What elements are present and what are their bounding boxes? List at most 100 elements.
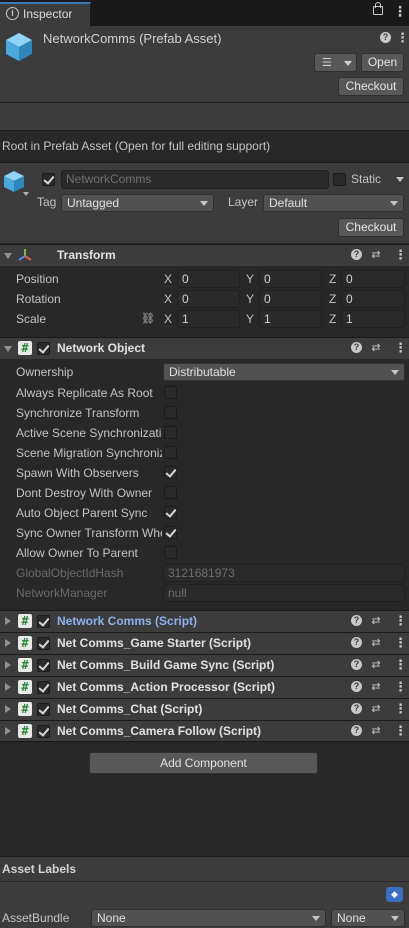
component-enabled-checkbox[interactable] bbox=[37, 725, 50, 738]
synchronize-transform-checkbox[interactable] bbox=[164, 406, 177, 419]
checkout-button-gameobject[interactable]: Checkout bbox=[338, 218, 404, 237]
script-title: Net Comms_Build Game Sync (Script) bbox=[57, 658, 275, 672]
component-enabled-checkbox[interactable] bbox=[37, 681, 50, 694]
context-menu-icon[interactable]: ⋮ bbox=[394, 679, 407, 695]
gameobject-name-field[interactable]: NetworkComms bbox=[61, 170, 329, 189]
script-title: Network Comms (Script) bbox=[57, 614, 198, 628]
sync-owner-transform-checkbox[interactable] bbox=[164, 526, 177, 539]
scale-z-field[interactable]: 1 bbox=[341, 310, 405, 328]
checkout-button-asset[interactable]: Checkout bbox=[338, 77, 404, 96]
always-replicate-checkbox[interactable] bbox=[164, 386, 177, 399]
context-menu-icon[interactable]: ⋮ bbox=[394, 635, 407, 651]
script-hash-icon: # bbox=[18, 636, 32, 650]
scene-migration-sync-checkbox[interactable] bbox=[164, 446, 177, 459]
rotation-z-field[interactable]: 0 bbox=[341, 290, 405, 308]
link-icon[interactable]: ⛓ bbox=[141, 312, 155, 325]
help-icon[interactable]: ? bbox=[351, 703, 362, 714]
foldout-collapsed-icon[interactable] bbox=[5, 683, 11, 691]
help-icon[interactable]: ? bbox=[351, 681, 362, 692]
component-enabled-checkbox[interactable] bbox=[37, 703, 50, 716]
open-button[interactable]: Open bbox=[361, 53, 404, 72]
context-menu-icon[interactable]: ⋮ bbox=[394, 247, 407, 263]
layer-dropdown[interactable]: Default bbox=[263, 194, 404, 212]
gameobject-name: NetworkComms bbox=[66, 172, 152, 186]
context-menu-icon[interactable]: ⋮ bbox=[394, 657, 407, 673]
script-title: Net Comms_Action Processor (Script) bbox=[57, 680, 276, 694]
presets-icon[interactable]: ⇄ bbox=[370, 680, 382, 693]
context-menu-icon[interactable]: ⋮ bbox=[394, 340, 407, 356]
toggle-label: Always Replicate As Root bbox=[16, 386, 153, 400]
presets-icon[interactable]: ⇄ bbox=[370, 341, 382, 354]
help-icon[interactable]: ? bbox=[351, 725, 362, 736]
info-icon: i bbox=[6, 7, 19, 20]
allow-owner-to-parent-checkbox[interactable] bbox=[164, 546, 177, 559]
component-enabled-checkbox[interactable] bbox=[37, 659, 50, 672]
foldout-collapsed-icon[interactable] bbox=[5, 727, 11, 735]
prefab-notice: Root in Prefab Asset (Open for full edit… bbox=[2, 139, 271, 153]
rotation-x-field[interactable]: 0 bbox=[177, 290, 240, 308]
script-header[interactable]: # Network Comms (Script) ? ⇄ ⋮ bbox=[0, 610, 409, 632]
static-chevron-down-icon[interactable] bbox=[396, 177, 404, 182]
overrides-dropdown[interactable]: ☰ bbox=[314, 53, 357, 72]
toggle-row: Dont Destroy With Owner bbox=[0, 483, 409, 503]
auto-object-parent-sync-checkbox[interactable] bbox=[164, 506, 177, 519]
script-title: Net Comms_Chat (Script) bbox=[57, 702, 203, 716]
add-component-button[interactable]: Add Component bbox=[89, 752, 318, 774]
spawn-with-observers-checkbox[interactable] bbox=[164, 466, 177, 479]
foldout-collapsed-icon[interactable] bbox=[5, 617, 11, 625]
toggle-label: Synchronize Transform bbox=[16, 406, 140, 420]
foldout-collapsed-icon[interactable] bbox=[5, 705, 11, 713]
context-menu-icon[interactable]: ⋮ bbox=[394, 701, 407, 717]
help-icon[interactable]: ? bbox=[380, 32, 391, 43]
position-x-field[interactable]: 0 bbox=[177, 270, 240, 288]
presets-icon[interactable]: ⇄ bbox=[370, 636, 382, 649]
scale-y-field[interactable]: 1 bbox=[259, 310, 322, 328]
script-header[interactable]: # Net Comms_Camera Follow (Script) ? ⇄ ⋮ bbox=[0, 720, 409, 742]
component-enabled-checkbox[interactable] bbox=[37, 637, 50, 650]
active-checkbox[interactable] bbox=[42, 173, 55, 186]
script-header[interactable]: # Net Comms_Chat (Script) ? ⇄ ⋮ bbox=[0, 698, 409, 720]
more-icon[interactable]: ⋮ bbox=[393, 4, 407, 18]
label-tag-icon[interactable]: ◆ bbox=[386, 887, 403, 902]
script-header[interactable]: # Net Comms_Action Processor (Script) ? … bbox=[0, 676, 409, 698]
presets-icon[interactable]: ⇄ bbox=[370, 724, 382, 737]
ownership-dropdown[interactable]: Distributable bbox=[163, 363, 405, 381]
script-header[interactable]: # Net Comms_Build Game Sync (Script) ? ⇄… bbox=[0, 654, 409, 676]
context-menu-icon[interactable]: ⋮ bbox=[394, 613, 407, 629]
position-z-field[interactable]: 0 bbox=[341, 270, 405, 288]
component-enabled-checkbox[interactable] bbox=[37, 342, 50, 355]
layer-label: Layer bbox=[228, 195, 259, 209]
foldout-collapsed-icon[interactable] bbox=[5, 661, 11, 669]
dont-destroy-with-owner-checkbox[interactable] bbox=[164, 486, 177, 499]
help-icon[interactable]: ? bbox=[351, 659, 362, 670]
inspector-tab-label: Inspector bbox=[23, 7, 73, 21]
variant-dropdown[interactable]: None bbox=[331, 909, 405, 927]
assetbundle-dropdown[interactable]: None bbox=[91, 909, 326, 927]
script-header[interactable]: # Net Comms_Game Starter (Script) ? ⇄ ⋮ bbox=[0, 632, 409, 654]
scale-x-field[interactable]: 1 bbox=[177, 310, 240, 328]
presets-icon[interactable]: ⇄ bbox=[370, 702, 382, 715]
hash-label: GlobalObjectIdHash bbox=[16, 566, 124, 580]
foldout-expanded-icon[interactable] bbox=[4, 253, 12, 259]
presets-icon[interactable]: ⇄ bbox=[370, 614, 382, 627]
help-icon[interactable]: ? bbox=[351, 637, 362, 648]
header-more-icon[interactable]: ⋮ bbox=[396, 30, 409, 46]
presets-icon[interactable]: ⇄ bbox=[370, 248, 382, 261]
help-icon[interactable]: ? bbox=[351, 615, 362, 626]
help-icon[interactable]: ? bbox=[351, 342, 362, 353]
toggle-label: Auto Object Parent Sync bbox=[16, 506, 148, 520]
foldout-expanded-icon[interactable] bbox=[4, 346, 12, 352]
y-axis-label: Y bbox=[246, 312, 255, 326]
active-scene-sync-checkbox[interactable] bbox=[164, 426, 177, 439]
tag-dropdown[interactable]: Untagged bbox=[61, 194, 214, 212]
position-y-field[interactable]: 0 bbox=[259, 270, 322, 288]
component-enabled-checkbox[interactable] bbox=[37, 615, 50, 628]
inspector-tab[interactable]: i Inspector bbox=[0, 2, 91, 26]
rotation-y-field[interactable]: 0 bbox=[259, 290, 322, 308]
icon-chevron-down-icon[interactable] bbox=[23, 192, 29, 196]
static-checkbox[interactable] bbox=[333, 173, 346, 186]
presets-icon[interactable]: ⇄ bbox=[370, 658, 382, 671]
foldout-collapsed-icon[interactable] bbox=[5, 639, 11, 647]
context-menu-icon[interactable]: ⋮ bbox=[394, 723, 407, 739]
help-icon[interactable]: ? bbox=[351, 249, 362, 260]
